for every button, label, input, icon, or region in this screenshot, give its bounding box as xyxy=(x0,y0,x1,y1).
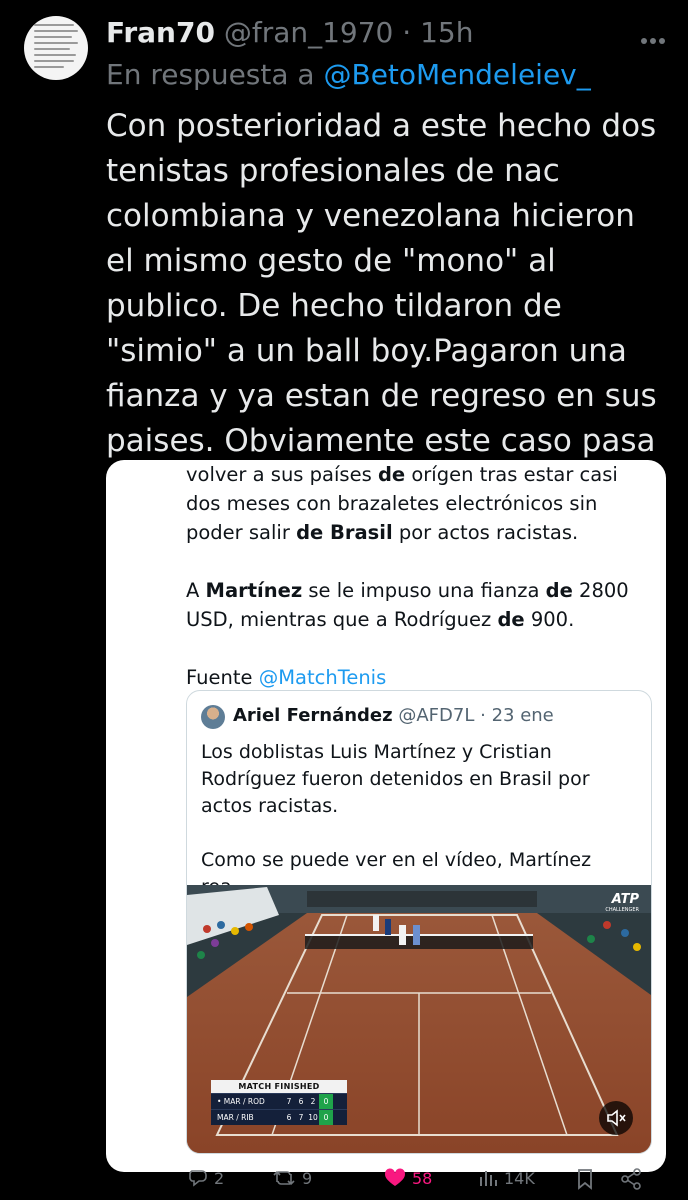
scoreboard-title: MATCH FINISHED xyxy=(211,1080,347,1093)
quoted-card[interactable]: volver a sus países de orígen tras estar… xyxy=(106,460,666,1172)
retweet-button[interactable]: 9 xyxy=(272,1168,312,1188)
reply-mention-link[interactable]: @BetoMendeleiev_ xyxy=(323,58,590,91)
like-count: 58 xyxy=(412,1168,433,1188)
reply-button[interactable]: 2 xyxy=(188,1168,224,1188)
like-button[interactable]: 58 xyxy=(384,1168,432,1188)
display-name[interactable]: Fran70 xyxy=(106,16,215,49)
quote-tweet[interactable]: Ariel Fernández @AFD7L · 23 ene Los dobl… xyxy=(186,690,652,1154)
bookmark-icon xyxy=(578,1169,592,1190)
heart-icon xyxy=(384,1168,406,1186)
bookmark-button[interactable] xyxy=(576,1168,600,1190)
quote-avatar[interactable] xyxy=(201,705,225,729)
retweet-count: 9 xyxy=(302,1168,313,1188)
quote-text: Los doblistas Luis Martínez y Cristian R… xyxy=(201,739,641,901)
reply-context: En respuesta a @BetoMendeleiev_ xyxy=(106,58,591,91)
share-icon xyxy=(621,1168,641,1190)
views-button[interactable]: 14K xyxy=(478,1168,535,1188)
quote-header: Ariel Fernández @AFD7L · 23 ene xyxy=(233,705,554,726)
scoreboard-row: • MAR / ROD 7 6 2 0 xyxy=(211,1093,347,1109)
tweet-header: Fran70 @fran_1970 · 15h xyxy=(106,16,473,49)
quote-paragraph-1: Los doblistas Luis Martínez y Cristian R… xyxy=(201,741,590,817)
mute-icon[interactable] xyxy=(599,1101,633,1135)
retweet-icon xyxy=(273,1170,295,1186)
separator: · xyxy=(402,16,412,49)
video-player[interactable]: ATP CHALLENGER MATCH FINISHED • MAR / RO… xyxy=(187,885,651,1153)
tweet-text: Con posterioridad a este hecho dos tenis… xyxy=(106,108,657,504)
reply-prefix: En respuesta a xyxy=(106,58,315,91)
reply-icon xyxy=(189,1170,207,1187)
quote-separator: · xyxy=(480,705,486,726)
more-icon[interactable] xyxy=(640,26,666,51)
source-link[interactable]: @MatchTenis xyxy=(259,666,387,689)
scoreboard: MATCH FINISHED • MAR / ROD 7 6 2 0 MAR /… xyxy=(211,1080,347,1125)
avatar[interactable] xyxy=(24,16,88,80)
handle[interactable]: @fran_1970 xyxy=(224,16,394,49)
scoreboard-row: MAR / RIB 6 7 10 0 xyxy=(211,1109,347,1125)
quote-handle[interactable]: @AFD7L xyxy=(398,705,474,726)
share-button[interactable] xyxy=(620,1168,648,1190)
timestamp[interactable]: 15h xyxy=(420,16,473,49)
atp-logo-sub: CHALLENGER xyxy=(605,907,639,913)
quote-display-name[interactable]: Ariel Fernández xyxy=(233,705,393,726)
view-count: 14K xyxy=(504,1168,535,1188)
card-source: Fuente @MatchTenis xyxy=(186,666,387,689)
atp-logo: ATP xyxy=(611,892,640,907)
card-text: volver a sus países de orígen tras estar… xyxy=(186,460,646,692)
quote-date[interactable]: 23 ene xyxy=(492,705,554,726)
analytics-icon xyxy=(480,1171,497,1186)
reply-count: 2 xyxy=(214,1168,225,1188)
card-paragraph-2: A Martínez se le impuso una fianza de 28… xyxy=(186,579,629,631)
action-bar: 2 9 58 14K xyxy=(0,1164,688,1200)
card-paragraph-1: volver a sus países de orígen tras estar… xyxy=(186,463,618,544)
